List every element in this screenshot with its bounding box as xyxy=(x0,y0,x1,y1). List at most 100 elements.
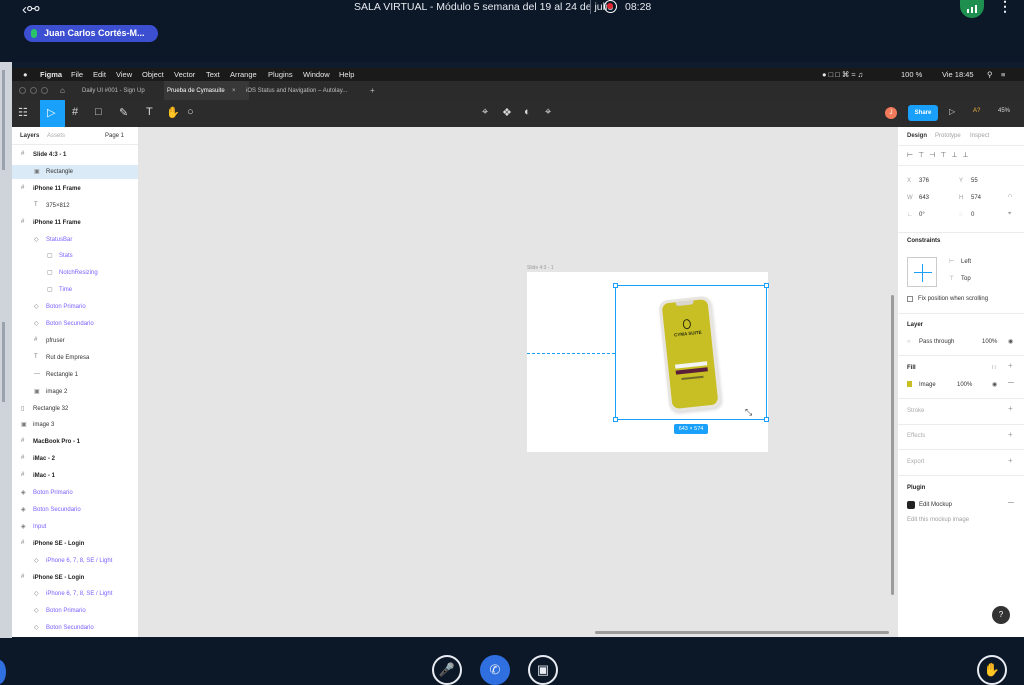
fill-visibility-icon[interactable]: ◉ xyxy=(992,381,997,388)
layer-row[interactable]: ▣ image 3 xyxy=(12,418,138,432)
selection-box[interactable] xyxy=(615,285,767,420)
add-stroke-icon[interactable]: + xyxy=(1008,404,1013,413)
present-play-icon[interactable]: ▷ xyxy=(949,107,955,116)
layer-row[interactable]: ◈ Boton Primario xyxy=(12,486,138,500)
layer-row[interactable]: ◇ iPhone 6, 7, 8, SE / Light xyxy=(12,587,138,601)
layer-row[interactable]: ◈ Input xyxy=(12,520,138,534)
menu-item-plugins[interactable]: Plugins xyxy=(268,70,293,79)
tab-inspect[interactable]: Inspect xyxy=(970,133,989,139)
canvas-vertical-scrollbar[interactable] xyxy=(891,295,894,595)
layer-visibility-icon[interactable]: ◉ xyxy=(1008,338,1013,345)
control-center-icon[interactable]: ≡ xyxy=(1001,70,1005,79)
layer-row[interactable]: T Rut de Empresa xyxy=(12,351,138,365)
window-close-icon[interactable] xyxy=(19,87,26,94)
tab-close-icon[interactable]: × xyxy=(232,88,236,94)
fill-swatch[interactable] xyxy=(907,381,912,387)
layer-row[interactable]: ▣ image 2 xyxy=(12,385,138,399)
layer-row[interactable]: # iMac - 2 xyxy=(12,452,138,466)
layer-row[interactable]: # iPhone SE - Login xyxy=(12,571,138,585)
layer-row[interactable]: ◇ Boton Secundario xyxy=(12,317,138,331)
move-tool[interactable]: ▷ xyxy=(40,100,65,127)
constrain-proportions-icon[interactable]: ∩ xyxy=(1008,193,1012,199)
menu-item-view[interactable]: View xyxy=(116,70,132,79)
menu-item-file[interactable]: File xyxy=(71,70,83,79)
component-icon[interactable]: ❖ xyxy=(502,106,512,119)
menu-item-arrange[interactable]: Arrange xyxy=(230,70,257,79)
menu-item-text[interactable]: Text xyxy=(206,70,220,79)
zoom-level[interactable]: 45% xyxy=(998,108,1010,114)
mask-icon[interactable]: ◐ xyxy=(524,106,531,118)
hand-tool-icon[interactable]: ✋ xyxy=(166,106,180,119)
tab-design[interactable]: Design xyxy=(907,133,927,139)
menu-item-edit[interactable]: Edit xyxy=(93,70,106,79)
tab-assets[interactable]: Assets xyxy=(47,133,65,139)
home-icon[interactable]: ⌂ xyxy=(60,86,65,95)
frame-label[interactable]: Slide 4:3 - 1 xyxy=(527,265,554,271)
rotation-input[interactable]: 0° xyxy=(919,212,925,218)
user-avatar[interactable]: J xyxy=(885,107,897,119)
layer-row[interactable]: # pfruser xyxy=(12,334,138,348)
layer-row[interactable]: ▣ Rectangle xyxy=(12,164,138,179)
height-input[interactable]: 574 xyxy=(971,195,981,201)
missing-fonts-indicator[interactable]: A? xyxy=(973,108,980,114)
menu-item-help[interactable]: Help xyxy=(339,70,354,79)
tab-ios-status[interactable]: iOS Status and Navigation – Autolay... xyxy=(246,88,347,94)
layer-row[interactable]: # iPhone 11 Frame xyxy=(12,216,138,230)
layer-row[interactable]: ◇ Boton Primario xyxy=(12,604,138,618)
resize-handle-ne[interactable] xyxy=(764,283,769,288)
fill-type[interactable]: Image xyxy=(919,382,936,388)
raise-hand-icon[interactable]: ✋ xyxy=(977,655,1007,685)
add-export-icon[interactable]: + xyxy=(1008,456,1013,465)
horizontal-constraint-select[interactable]: Left xyxy=(961,259,971,265)
layer-row[interactable]: ▢ Time xyxy=(12,283,138,297)
independent-corners-icon[interactable]: ⌖ xyxy=(1008,211,1011,218)
phone-call-icon[interactable]: ✆ xyxy=(480,655,510,685)
remove-fill-icon[interactable]: — xyxy=(1008,380,1014,386)
layer-row[interactable]: ◇ StatusBar xyxy=(12,233,138,247)
mute-microphone-icon[interactable]: 🎤 xyxy=(432,655,462,685)
connection-signal-icon[interactable] xyxy=(960,0,984,18)
alignment-icons[interactable]: ⊢⊤⊣⊤⊥⊥ xyxy=(907,151,974,159)
more-options-icon[interactable]: ⋮ xyxy=(998,0,1012,15)
main-menu-icon[interactable]: ☷ xyxy=(18,106,28,119)
exit-room-icon[interactable]: ‹⚯ xyxy=(22,0,40,18)
layer-row[interactable]: T 375×812 xyxy=(12,199,138,213)
layer-row[interactable]: ▢ Stats xyxy=(12,249,138,263)
frame-tool-icon[interactable]: # xyxy=(72,106,78,118)
layer-row[interactable]: — Rectangle 1 xyxy=(12,368,138,382)
shape-tool-icon[interactable]: □ xyxy=(95,106,102,118)
window-minimize-icon[interactable] xyxy=(30,87,37,94)
layer-row[interactable]: ◈ Boton Secundario xyxy=(12,503,138,517)
plugin-description[interactable]: Edit this mockup image xyxy=(907,517,969,523)
tab-layers[interactable]: Layers xyxy=(20,133,39,139)
fix-position-checkbox[interactable] xyxy=(907,296,913,302)
page-selector[interactable]: Page 1 xyxy=(105,133,124,139)
tab-daily-ui[interactable]: Daily UI #001 - Sign Up xyxy=(82,88,145,94)
width-input[interactable]: 643 xyxy=(919,195,929,201)
tab-prototype[interactable]: Prototype xyxy=(935,133,961,139)
constraints-widget[interactable] xyxy=(907,257,937,287)
add-fill-icon[interactable]: + xyxy=(1008,361,1013,370)
create-component-icon[interactable]: ⌖ xyxy=(482,106,488,119)
share-button[interactable]: Share xyxy=(908,105,938,121)
layer-row[interactable]: ◇ Boton Secundario xyxy=(12,621,138,635)
corner-radius-input[interactable]: 0 xyxy=(971,212,974,218)
menu-item-window[interactable]: Window xyxy=(303,70,330,79)
left-edge-scrollbar[interactable] xyxy=(0,62,12,638)
layer-row[interactable]: # iPhone 11 Frame xyxy=(12,182,138,196)
fill-styles-icon[interactable]: ∷ xyxy=(992,364,996,371)
layer-row[interactable]: # iMac - 1 xyxy=(12,469,138,483)
resize-handle-nw[interactable] xyxy=(613,283,618,288)
menu-item-object[interactable]: Object xyxy=(142,70,164,79)
layer-row[interactable]: # MacBook Pro - 1 xyxy=(12,435,138,449)
camera-off-icon[interactable]: ▣ xyxy=(528,655,558,685)
blend-mode-select[interactable]: Pass through xyxy=(919,339,954,345)
pen-tool-icon[interactable]: ✎ xyxy=(119,106,128,119)
text-tool-icon[interactable]: T xyxy=(146,106,153,118)
menu-item-vector[interactable]: Vector xyxy=(174,70,195,79)
layer-row[interactable]: ▢ NotchResizing xyxy=(12,266,138,280)
x-input[interactable]: 376 xyxy=(919,178,929,184)
design-canvas[interactable]: Slide 4:3 - 1 CYMA SUITE ⤡ 643 × 574 xyxy=(139,127,897,637)
comment-tool-icon[interactable]: ○ xyxy=(187,106,194,118)
layer-opacity-input[interactable]: 100% xyxy=(982,339,997,345)
